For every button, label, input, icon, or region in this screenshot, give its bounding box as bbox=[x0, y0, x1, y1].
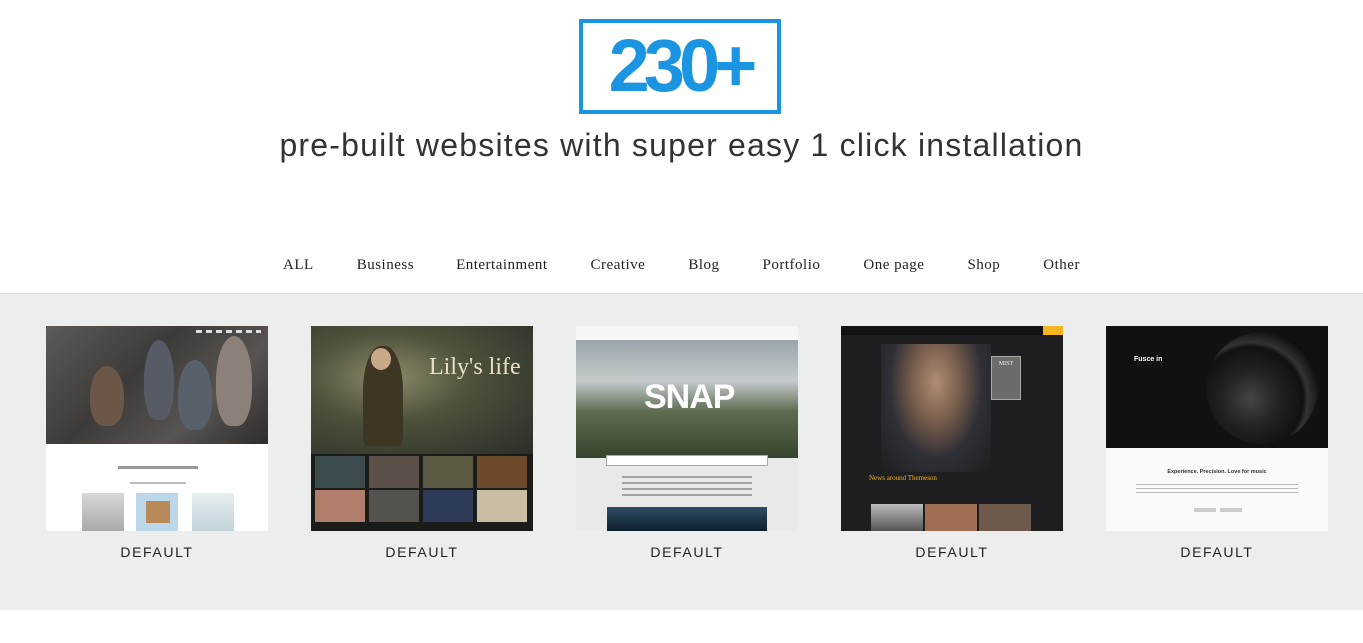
thumbnail-image bbox=[192, 493, 234, 531]
thumbnail-nav bbox=[576, 326, 798, 340]
thumbnail-tagline: Experience. Precision. Love for music bbox=[1167, 469, 1267, 475]
thumbnail-text-block bbox=[622, 476, 752, 498]
demo-label: DEFAULT bbox=[120, 544, 194, 560]
filter-one-page[interactable]: One page bbox=[863, 255, 924, 281]
thumbnail-image bbox=[477, 456, 527, 488]
thumbnail-image bbox=[315, 456, 365, 488]
thumbnail-search-bar bbox=[606, 455, 768, 466]
thumbnail-nav bbox=[841, 326, 1063, 335]
thumbnail-image bbox=[871, 504, 923, 531]
filter-blog[interactable]: Blog bbox=[688, 255, 719, 281]
thumbnail-button bbox=[1194, 508, 1216, 512]
filter-entertainment[interactable]: Entertainment bbox=[456, 255, 547, 281]
filter-shop[interactable]: Shop bbox=[967, 255, 1000, 281]
thumbnail-image bbox=[369, 456, 419, 488]
thumbnail-text-line bbox=[118, 466, 198, 469]
count-badge: 230+ bbox=[579, 19, 781, 114]
count-text: 230+ bbox=[608, 23, 758, 107]
thumbnail-title: Fusce in bbox=[1134, 356, 1163, 363]
demo-label: DEFAULT bbox=[1180, 544, 1254, 560]
thumbnail-book: MIST bbox=[991, 356, 1021, 400]
demo-thumbnail[interactable]: MIST News around Themeson bbox=[841, 326, 1063, 531]
filter-portfolio[interactable]: Portfolio bbox=[763, 255, 821, 281]
thumbnail-nav bbox=[196, 330, 261, 333]
thumbnail-title: Lily's life bbox=[429, 354, 521, 380]
thumbnail-image bbox=[607, 507, 767, 531]
demo-label: DEFAULT bbox=[915, 544, 989, 560]
filter-business[interactable]: Business bbox=[357, 255, 414, 281]
thumbnail-button bbox=[1220, 508, 1242, 512]
demo-thumbnail[interactable]: SNAP bbox=[576, 326, 798, 531]
hero-subtitle: pre-built websites with super easy 1 cli… bbox=[279, 127, 1084, 163]
demo-card[interactable]: Lily's life DEFAULT bbox=[311, 326, 533, 560]
thumbnail-person bbox=[90, 366, 124, 426]
demo-card[interactable]: Fusce in Experience. Precision. Love for… bbox=[1106, 326, 1328, 560]
demo-label: DEFAULT bbox=[385, 544, 459, 560]
demo-thumbnail[interactable]: Lily's life bbox=[311, 326, 533, 531]
thumbnail-title: News around Themeson bbox=[869, 474, 937, 482]
thumbnail-person bbox=[216, 336, 252, 426]
demo-card[interactable]: SNAP DEFAULT bbox=[576, 326, 798, 560]
demo-card[interactable]: MIST News around Themeson DEFAULT bbox=[841, 326, 1063, 560]
demo-gallery: DEFAULT Lily's life DEFAULT SNAP DEFAULT… bbox=[0, 293, 1363, 610]
thumbnail-title: SNAP bbox=[644, 378, 735, 416]
thumbnail-image bbox=[423, 490, 473, 522]
demo-card[interactable]: DEFAULT bbox=[46, 326, 268, 560]
thumbnail-image bbox=[979, 504, 1031, 531]
thumbnail-book-title: MIST bbox=[998, 361, 1014, 367]
thumbnail-hero-image bbox=[311, 326, 533, 454]
demo-label: DEFAULT bbox=[650, 544, 724, 560]
thumbnail-image bbox=[369, 490, 419, 522]
thumbnail-image bbox=[925, 504, 977, 531]
thumbnail-person bbox=[144, 340, 174, 420]
thumbnail-person bbox=[881, 344, 991, 472]
filter-creative[interactable]: Creative bbox=[591, 255, 646, 281]
category-filter-bar: ALL Business Entertainment Creative Blog… bbox=[0, 255, 1363, 281]
thumbnail-image bbox=[315, 490, 365, 522]
thumbnail-text-line bbox=[130, 482, 186, 484]
thumbnail-image bbox=[423, 456, 473, 488]
thumbnail-text-block bbox=[1136, 484, 1298, 496]
headphone-icon bbox=[1206, 332, 1318, 444]
hero-section: 230+ pre-built websites with super easy … bbox=[0, 0, 1363, 240]
demo-thumbnail[interactable]: Fusce in Experience. Precision. Love for… bbox=[1106, 326, 1328, 531]
demo-thumbnail[interactable] bbox=[46, 326, 268, 531]
filter-other[interactable]: Other bbox=[1043, 255, 1080, 281]
thumbnail-nav-accent bbox=[1043, 326, 1063, 335]
filter-all[interactable]: ALL bbox=[283, 255, 314, 281]
thumbnail-image bbox=[82, 493, 124, 531]
thumbnail-face bbox=[371, 348, 391, 370]
thumbnail-image bbox=[477, 490, 527, 522]
thumbnail-image bbox=[136, 493, 178, 531]
thumbnail-person bbox=[178, 360, 212, 430]
